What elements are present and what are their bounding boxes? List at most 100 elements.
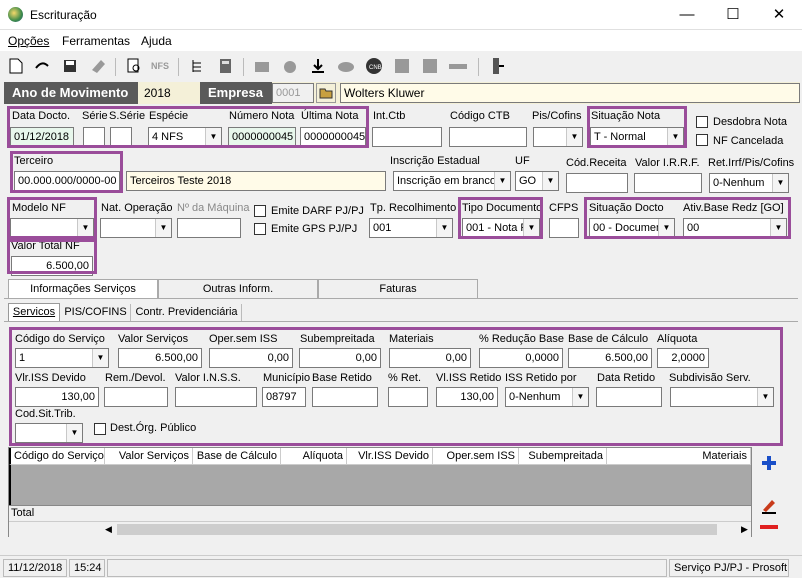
minus-icon[interactable] — [448, 56, 468, 76]
status-date: 11/12/2018 — [3, 559, 67, 577]
ano-input[interactable]: 2018 — [140, 82, 182, 104]
desdobra-nota-checkbox[interactable] — [696, 116, 708, 128]
tree-icon[interactable] — [188, 56, 208, 76]
cfps-input[interactable] — [549, 218, 579, 238]
list-icon[interactable] — [392, 56, 412, 76]
col-subempreitada[interactable]: Subempreitada — [519, 448, 607, 465]
scroll-thumb[interactable] — [117, 524, 717, 535]
chevron-down-icon: ▼ — [436, 219, 452, 237]
col-aliquota[interactable]: Alíquota — [281, 448, 347, 465]
inscricao-estadual-select[interactable]: Inscrição em branco ▼ — [393, 171, 511, 191]
ret-irrf-select[interactable]: 0-Nenhum ▼ — [709, 173, 789, 193]
tab-pis-cofins[interactable]: PIS/COFINS — [61, 304, 131, 321]
uf-select[interactable]: GO ▼ — [515, 171, 559, 191]
pis-cofins-select[interactable]: ▼ — [533, 127, 583, 147]
reducao-base-input[interactable]: 0,0000 — [479, 348, 563, 368]
dest-org-checkbox[interactable] — [94, 423, 106, 435]
int-ctb-input[interactable] — [372, 127, 442, 147]
print-preview-icon[interactable] — [124, 56, 144, 76]
calc-icon[interactable] — [216, 56, 236, 76]
folder-open-icon[interactable] — [316, 83, 336, 103]
materiais-label: Materiais — [389, 333, 434, 345]
scroll-right-icon[interactable]: ▶ — [741, 524, 748, 535]
valor-servicos-input[interactable]: 6.500,00 — [118, 348, 202, 368]
undo-icon[interactable] — [32, 56, 52, 76]
chevron-down-icon: ▼ — [757, 388, 773, 406]
rem-devol-input[interactable] — [104, 387, 168, 407]
materiais-input[interactable]: 0,00 — [389, 348, 471, 368]
valor-inss-input[interactable] — [175, 387, 257, 407]
subempreitada-input[interactable]: 0,00 — [299, 348, 381, 368]
grid-hscrollbar[interactable]: ◀ ▶ — [9, 521, 751, 537]
chart-icon[interactable] — [280, 56, 300, 76]
emite-darf-checkbox[interactable] — [254, 205, 266, 217]
servicos-grid[interactable]: Código do Serviço Valor Serviços Base de… — [8, 447, 752, 537]
codigo-ctb-label: Código CTB — [450, 110, 510, 122]
status-time: 15:24 — [69, 559, 105, 577]
codigo-servico-select[interactable]: 1 ▼ — [15, 348, 109, 368]
menu-opcoes[interactable]: Opções — [8, 34, 49, 48]
col-codigo-servico[interactable]: Código do Serviço — [9, 448, 105, 465]
cod-sit-trib-select[interactable]: ▼ — [15, 423, 83, 443]
exit-icon[interactable] — [488, 56, 508, 76]
cloud-icon[interactable] — [336, 56, 356, 76]
valor-irrf-input[interactable] — [634, 173, 702, 193]
tab-outras-inform[interactable]: Outras Inform. — [158, 279, 318, 298]
menu-ferramentas[interactable]: Ferramentas — [62, 34, 130, 48]
cnb-icon[interactable]: CNB — [364, 56, 384, 76]
ret-irrf-label: Ret.Irrf/Pis/Cofins — [708, 157, 795, 169]
folder-icon[interactable] — [252, 56, 272, 76]
oper-sem-iss-input[interactable]: 0,00 — [209, 348, 293, 368]
tp-recolhimento-select[interactable]: 001 ▼ — [369, 218, 453, 238]
inscricao-estadual-label: Inscrição Estadual — [390, 155, 480, 167]
cod-receita-input[interactable] — [566, 173, 628, 193]
data-retido-label: Data Retido — [597, 372, 656, 384]
close-button[interactable]: ✕ — [756, 0, 802, 30]
emite-gps-checkbox[interactable] — [254, 223, 266, 235]
tp-recolhimento-label: Tp. Recolhimento — [370, 202, 457, 214]
vl-iss-retido-input[interactable]: 130,00 — [436, 387, 498, 407]
empresa-name: Wolters Kluwer — [340, 83, 800, 103]
save-icon[interactable] — [60, 56, 80, 76]
tab-contr-previdenciaria[interactable]: Contr. Previdenciária — [132, 304, 242, 321]
col-materiais[interactable]: Materiais — [607, 448, 751, 465]
nfs-icon[interactable]: NFS — [150, 56, 170, 76]
menu-ajuda[interactable]: Ajuda — [141, 34, 172, 48]
codigo-ctb-input[interactable] — [449, 127, 527, 147]
iss-retido-por-select[interactable]: 0-Nenhum ▼ — [505, 387, 589, 407]
vlr-iss-devido-input[interactable]: 130,00 — [15, 387, 99, 407]
municipio-input[interactable]: 08797 — [262, 387, 306, 407]
num-maquina-input[interactable] — [177, 218, 241, 238]
tp-recolhimento-value: 001 — [373, 222, 392, 234]
tab-divider — [4, 298, 798, 299]
nf-cancelada-checkbox[interactable] — [696, 134, 708, 146]
tab-informacoes-servicos[interactable]: Informações Serviços — [8, 279, 158, 299]
new-icon[interactable] — [6, 56, 26, 76]
scroll-left-icon[interactable]: ◀ — [105, 524, 112, 535]
col-vlr-iss-devido[interactable]: Vlr.ISS Devido — [347, 448, 433, 465]
eraser-icon[interactable] — [88, 56, 108, 76]
grid-total-label: Total — [11, 507, 35, 519]
edit-icon[interactable] — [758, 494, 780, 516]
nat-operacao-select[interactable]: ▼ — [100, 218, 172, 238]
aliquota-input[interactable]: 2,0000 — [657, 348, 709, 368]
plus-icon[interactable] — [758, 452, 780, 474]
base-retido-input[interactable] — [312, 387, 378, 407]
minimize-button[interactable]: — — [664, 0, 710, 30]
col-valor-servicos[interactable]: Valor Serviços — [105, 448, 193, 465]
download-icon[interactable] — [308, 56, 328, 76]
maximize-button[interactable]: ☐ — [710, 0, 756, 30]
tab-servicos[interactable]: Servicos — [8, 303, 60, 321]
empresa-code-input[interactable]: 0001 — [272, 83, 314, 103]
window-title: Escrituração — [30, 8, 97, 22]
remove-icon[interactable] — [758, 516, 780, 538]
base-calculo-input[interactable]: 6.500,00 — [568, 348, 652, 368]
tab-faturas[interactable]: Faturas — [318, 279, 478, 298]
codigo-servico-value: 1 — [19, 352, 26, 364]
pct-ret-input[interactable] — [388, 387, 428, 407]
subdivisao-select[interactable]: ▼ — [670, 387, 774, 407]
col-oper-sem-iss[interactable]: Oper.sem ISS — [433, 448, 519, 465]
data-retido-input[interactable] — [596, 387, 662, 407]
col-base-calculo[interactable]: Base de Cálculo — [193, 448, 281, 465]
square-icon[interactable] — [420, 56, 440, 76]
